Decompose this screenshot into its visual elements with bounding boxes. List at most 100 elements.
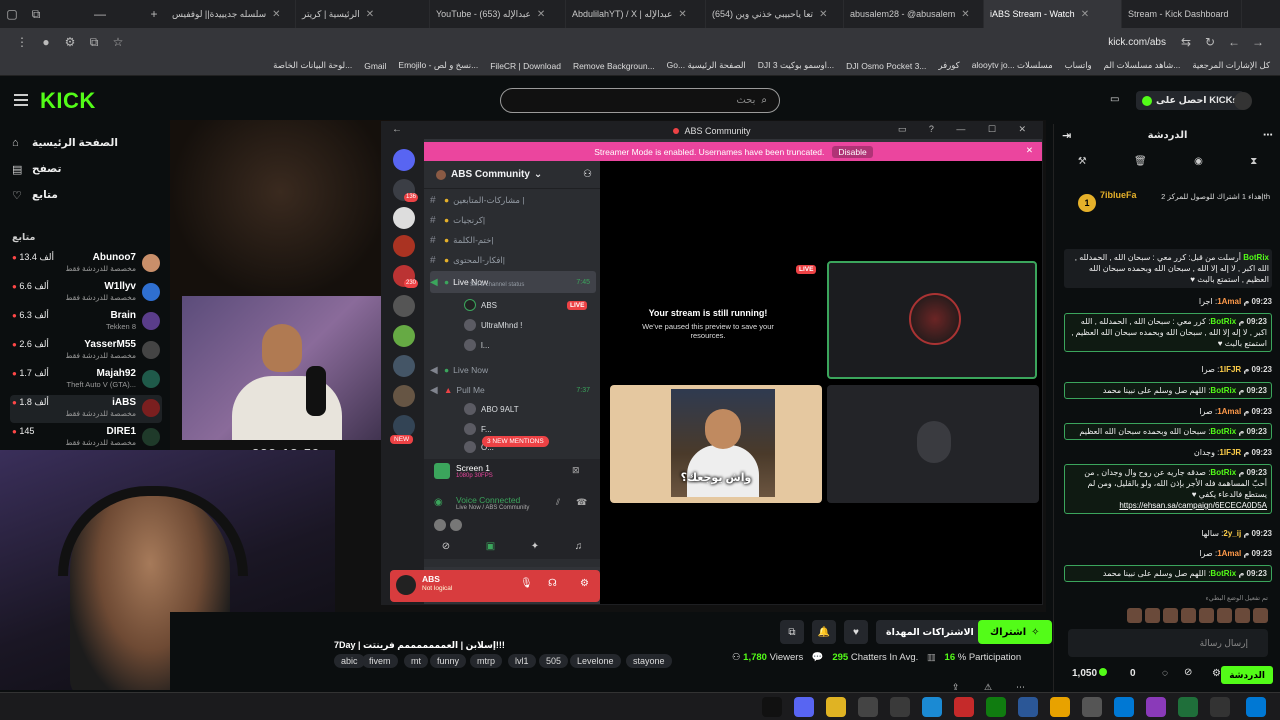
emote[interactable]: [1127, 608, 1142, 623]
site-info-icon[interactable]: ⇆: [1174, 35, 1198, 49]
disconnect-icon[interactable]: ☎: [576, 497, 587, 508]
avatar[interactable]: [1234, 92, 1252, 110]
stream-tag[interactable]: fivem: [362, 654, 398, 668]
channel-points[interactable]: 1,050: [1072, 668, 1108, 679]
trash-icon[interactable]: 🗑: [1134, 156, 1147, 176]
app-icon[interactable]: [1114, 697, 1134, 717]
chat-settings-icon[interactable]: ⋯: [1263, 130, 1273, 141]
server-icon[interactable]: [393, 415, 415, 437]
emote[interactable]: [1199, 608, 1214, 623]
close-icon[interactable]: ✕: [1081, 9, 1089, 20]
close-icon[interactable]: ✕: [1026, 145, 1033, 156]
stream-tag[interactable]: mtrp: [470, 654, 502, 668]
chat-bubble-icon[interactable]: ◌: [1162, 668, 1168, 679]
timer-icon[interactable]: ⧗: [1250, 156, 1257, 176]
extensions-icon[interactable]: ⧉: [82, 35, 106, 50]
sidebar-item-following[interactable]: ♡ متابع: [12, 184, 162, 206]
noise-suppress-icon[interactable]: ⫽: [556, 497, 560, 508]
disable-button[interactable]: Disable: [832, 145, 873, 158]
server-icon[interactable]: [393, 355, 415, 377]
voice-user[interactable]: ABO 9ALT: [464, 401, 519, 417]
discord-home-icon[interactable]: [393, 149, 415, 171]
emote[interactable]: [1253, 608, 1268, 623]
tab-2[interactable]: YouTube - عبدالإله (653) ✕: [430, 0, 566, 28]
close-icon[interactable]: ✕: [366, 9, 374, 20]
emote[interactable]: [1235, 608, 1250, 623]
search-icon[interactable]: [1210, 697, 1230, 717]
bookmark[interactable]: لوحة البيانات الخاصة...: [273, 60, 352, 71]
bookmark[interactable]: DJI اوسمو بوكيت 3...: [758, 60, 834, 71]
tab-6-active[interactable]: iABS Stream - Watch ✕: [984, 0, 1122, 28]
voice-channel-pull-me[interactable]: ◀ ▲ Pull Me 7:37: [430, 381, 596, 399]
server-icon[interactable]: [393, 385, 415, 407]
stream-tag[interactable]: abic: [334, 654, 365, 668]
app-icon[interactable]: [1018, 697, 1038, 717]
sidebar-item-browse[interactable]: ▤ تصفح: [12, 158, 162, 180]
menu-dots-icon[interactable]: ⋮: [10, 35, 34, 49]
gear-icon[interactable]: ⚙: [580, 578, 589, 589]
bookmark[interactable]: Gmail: [364, 61, 386, 71]
folder-icon[interactable]: [1050, 697, 1070, 717]
close-icon[interactable]: ✕: [537, 9, 545, 20]
stream-tag[interactable]: stayone: [626, 654, 672, 668]
server-name[interactable]: ABS Community ⌄ ⚇: [424, 161, 600, 189]
chat-send-button[interactable]: الدردشة: [1221, 666, 1273, 684]
window-menu-icon[interactable]: ▢: [0, 7, 24, 21]
subscribe-button[interactable]: اشتراك ✧: [978, 620, 1052, 644]
voice-user[interactable]: l...: [464, 337, 489, 353]
bookmark[interactable]: كورفر: [938, 60, 959, 71]
minimize-icon[interactable]: —: [88, 7, 112, 21]
bookmark[interactable]: واتساب: [1065, 60, 1092, 71]
headphones-icon[interactable]: ☊: [548, 578, 557, 589]
stream-tag[interactable]: lvl1: [508, 654, 536, 668]
tab-5[interactable]: abusalem28 - @abusalem ✕: [844, 0, 984, 28]
server-icon[interactable]: [393, 295, 415, 317]
chat-input[interactable]: إرسال رسالة: [1068, 629, 1268, 657]
tab-1[interactable]: الرئيسية | كريتر ✕: [296, 0, 430, 28]
screen-icon[interactable]: ▣: [486, 541, 495, 552]
bookmark[interactable]: DJI Osmo Pocket 3...: [846, 61, 926, 71]
bookmark-star-icon[interactable]: ☆: [106, 35, 130, 49]
kick-logo[interactable]: KICK: [40, 88, 96, 114]
stream-tag[interactable]: 505: [539, 654, 569, 668]
tab-4[interactable]: (654) تعا ياحبيبي خذني وين ✕: [706, 0, 844, 28]
sidebar-streamer[interactable]: ● 145 DIRE1 مخصصة للدردشة فقط: [10, 424, 162, 452]
windows-start-icon[interactable]: [1246, 697, 1266, 717]
bookmark[interactable]: شاهد مسلسلات الم...: [1104, 60, 1181, 71]
reload-icon[interactable]: ↻: [1198, 35, 1222, 49]
back-icon[interactable]: ←: [392, 124, 402, 135]
url-field[interactable]: kick.com/abs: [1108, 37, 1166, 48]
tab-7[interactable]: Stream - Kick Dashboard: [1122, 0, 1242, 28]
video-tile-meme[interactable]: واش يوجعك؟: [610, 385, 822, 503]
add-member-icon[interactable]: ⚇: [583, 169, 592, 180]
avatar[interactable]: [396, 575, 416, 595]
server-icon[interactable]: [393, 207, 415, 229]
emote[interactable]: [1181, 608, 1196, 623]
settings-icon[interactable]: ⚙: [58, 35, 82, 49]
follow-button[interactable]: ♥: [844, 620, 868, 644]
channel-item[interactable]: # ● ختم-الكلمة|: [430, 231, 596, 249]
forward-icon[interactable]: →: [1246, 35, 1270, 49]
gear-icon[interactable]: [1082, 697, 1102, 717]
stream-tag[interactable]: funny: [430, 654, 467, 668]
channel-item[interactable]: # ● افكار-المحتوى|: [430, 251, 596, 269]
emote[interactable]: [1217, 608, 1232, 623]
voice-user[interactable]: ABS LIVE: [464, 297, 588, 313]
sidebar-streamer[interactable]: ● 6.6 ألف W1llyv مخصصة للدردشة فقط: [10, 279, 162, 307]
discord-icon[interactable]: [794, 697, 814, 717]
hamburger-menu-icon[interactable]: [14, 94, 28, 106]
tab-search-icon[interactable]: ⧉: [24, 7, 48, 22]
sidebar-streamer[interactable]: ● 2.6 ألف YasserM55 مخصصة للدردشة فقط: [10, 337, 162, 365]
microphone-icon[interactable]: 🎙: [520, 578, 533, 589]
pinned-gift-leaderboard[interactable]: 1 7iblueFa إهداء 1 اشتراك للوصول للمركز …: [1062, 186, 1274, 216]
emote[interactable]: [1163, 608, 1178, 623]
app-icon[interactable]: [1146, 697, 1166, 717]
new-mentions-button[interactable]: 3 NEW MENTIONS: [482, 436, 549, 447]
voice-channel[interactable]: ◀ ● Live Now: [430, 361, 596, 379]
bookmark[interactable]: Go... الصفحة الرئيسية: [667, 60, 746, 71]
clip-button[interactable]: ⧉: [780, 620, 804, 644]
server-icon[interactable]: [393, 235, 415, 257]
steam-icon[interactable]: [890, 697, 910, 717]
sidebar-streamer[interactable]: ● 1.7 ألف Majah92 Theft Auto V (GTA)...: [10, 366, 162, 394]
stop-share-icon[interactable]: ⊠: [572, 465, 580, 476]
